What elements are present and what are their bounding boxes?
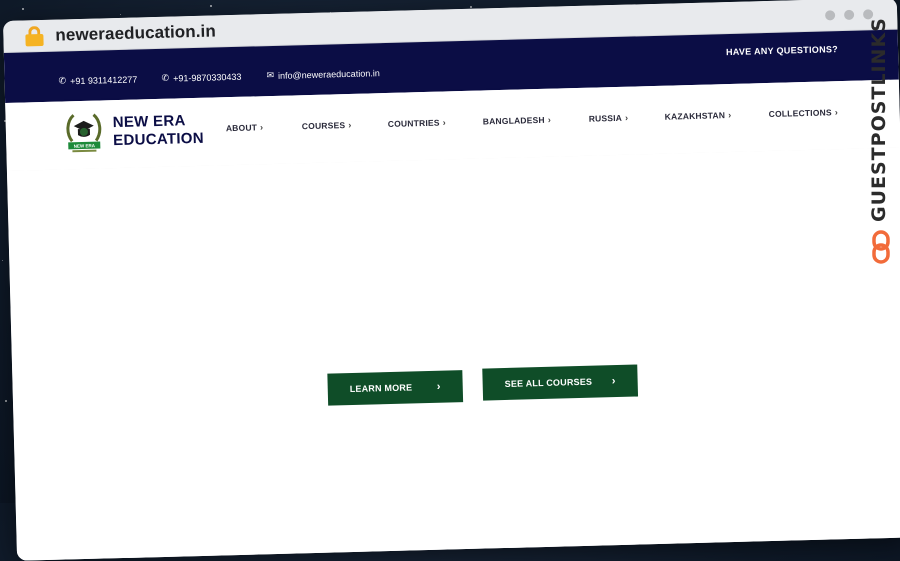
chevron-right-icon: › [727,109,732,121]
nav-item-bangladesh[interactable]: BANGLADESH › [483,114,589,127]
chevron-right-icon: › [611,375,616,388]
nav-item-russia[interactable]: RUSSIA › [589,112,665,124]
nav-menu: ABOUT › COURSES › COUNTRIES › BANGLADESH › R… [226,107,859,133]
nav-item-kazakhstan[interactable]: KAZAKHSTAN › [665,109,769,122]
window-dot-icon[interactable] [825,10,836,21]
chevron-right-icon: › [442,117,447,128]
browser-window: neweraeducation.in ✆ +91 9311412277 ✆ +9… [3,0,900,561]
lock-icon [25,26,44,47]
see-all-courses-button[interactable]: SEE ALL COURSES › [482,364,639,401]
phone-icon: ✆ [161,72,170,83]
nav-item-about[interactable]: ABOUT › [226,121,302,133]
chevron-right-icon: › [834,107,839,118]
mail-icon: ✉ [266,69,275,81]
contact-email[interactable]: ✉ info@neweraeducation.in [266,67,379,81]
chevron-right-icon: › [547,114,552,125]
contact-phone-1[interactable]: ✆ +91 9311412277 [58,74,137,87]
window-controls [825,9,874,21]
chevron-right-icon: › [259,122,264,133]
nav-item-courses[interactable]: COURSES › [302,119,388,131]
contact-phone-2[interactable]: ✆ +91-9870330433 [161,71,241,84]
emblem-label: NEW ERA [74,143,96,149]
have-questions-link[interactable]: HAVE ANY QUESTIONS? [726,44,838,57]
chevron-right-icon: › [436,380,441,393]
guestpostlinks-watermark: GUESTPOSTLINKS [868,17,894,274]
logo-emblem-icon[interactable]: NEW ERA [63,110,104,155]
window-dot-icon[interactable] [843,9,855,20]
chevron-right-icon: › [624,112,629,123]
watermark-text: GUESTPOSTLINKS [868,17,890,222]
logo-line-1: NEW ERA [112,112,186,132]
link-chain-icon [872,230,890,264]
nav-item-countries[interactable]: COUNTRIES › [388,116,483,129]
chevron-right-icon: › [348,119,352,130]
site-logo[interactable]: NEW ERA EDUCATION [112,112,204,150]
phone-icon: ✆ [58,75,67,86]
hero-section: LEARN MORE › SEE ALL COURSES › [6,147,900,561]
nav-item-collections[interactable]: COLLECTIONS › [769,107,859,119]
url-text[interactable]: neweraeducation.in [55,21,216,45]
learn-more-button[interactable]: LEARN MORE › [327,370,464,406]
logo-line-2: EDUCATION [112,129,205,150]
